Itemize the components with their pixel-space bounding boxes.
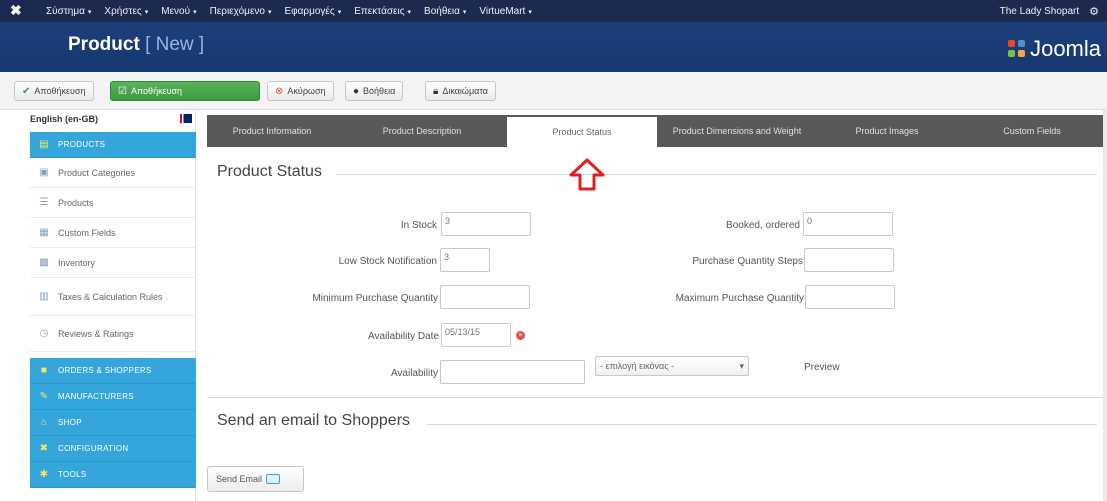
- clear-date-icon[interactable]: ×: [516, 331, 525, 340]
- topbar-right: The Lady Shopart ⚙: [1000, 0, 1099, 22]
- joomla-logo-icon: [1008, 40, 1026, 58]
- fields-icon: ▦: [39, 227, 49, 238]
- menu-virtuemart[interactable]: VirtueMart ▾: [479, 6, 531, 17]
- menu-components[interactable]: Εφαρμογές ▾: [284, 6, 341, 17]
- app-window: ✖ Σύστημα ▾ Χρήστες ▾ Μενού ▾ Περιεχόμενο ▾ …: [0, 0, 1107, 501]
- sidebar-item-custom-fields[interactable]: ▦ Custom Fields: [30, 218, 196, 248]
- gear-icon[interactable]: ⚙: [1089, 5, 1099, 18]
- joomla-menu-icon[interactable]: ✖: [10, 3, 24, 17]
- availability-input[interactable]: [440, 360, 585, 384]
- site-name-link[interactable]: The Lady Shopart: [1000, 6, 1080, 17]
- folder-icon: ▣: [39, 167, 49, 178]
- toolbar: ✔ Αποθήκευση ☑ Αποθήκευση ⊗ Ακύρωση ● Βο…: [0, 72, 1107, 110]
- main-menu: Σύστημα ▾ Χρήστες ▾ Μενού ▾ Περιεχόμενο ▾ Εφ…: [46, 0, 545, 22]
- menu-content[interactable]: Περιεχόμενο ▾: [210, 6, 272, 17]
- save-button[interactable]: ☑ Αποθήκευση: [110, 81, 260, 101]
- product-tabs: Product Information Product Description …: [207, 115, 1107, 147]
- purchase-steps-label: Purchase Quantity Steps: [692, 256, 803, 267]
- page-title: Product [ New ]: [68, 34, 205, 55]
- cancel-button[interactable]: ⊗ Ακύρωση: [267, 81, 334, 101]
- menu-system[interactable]: Σύστημα ▾: [46, 6, 91, 17]
- send-email-button[interactable]: Send Email: [207, 466, 304, 492]
- up-arrow-annotation-icon: [569, 158, 605, 191]
- max-qty-label: Maximum Purchase Quantity: [675, 293, 804, 304]
- reviews-icon: ◷: [39, 328, 49, 339]
- chevron-down-icon: ▾: [739, 360, 744, 371]
- email-legend-divider: [427, 424, 1097, 425]
- sidebar-item-manufacturers[interactable]: ✎ MANUFACTURERS: [30, 384, 196, 410]
- sidebar-item-reviews[interactable]: ◷ Reviews & Ratings: [30, 316, 196, 352]
- legend-divider: [337, 174, 1097, 175]
- tax-icon: ▥: [39, 291, 49, 302]
- menu-extensions[interactable]: Επεκτάσεις ▾: [354, 6, 411, 17]
- help-icon: ●: [353, 85, 360, 97]
- sidebar-item-product-categories[interactable]: ▣ Product Categories: [30, 158, 196, 188]
- sidebar-item-orders[interactable]: ■ ORDERS & SHOPPERS: [30, 358, 196, 384]
- help-button[interactable]: ● Βοήθεια: [345, 81, 404, 101]
- availability-date-label: Availability Date: [368, 331, 439, 342]
- list-icon: ☰: [39, 197, 49, 208]
- orders-icon: ■: [40, 365, 48, 376]
- manufacturer-icon: ✎: [39, 391, 49, 402]
- apply-button[interactable]: ✔ Αποθήκευση: [14, 81, 94, 101]
- min-qty-label: Minimum Purchase Quantity: [312, 293, 438, 304]
- tab-product-images[interactable]: Product Images: [817, 115, 957, 147]
- tab-product-dimensions[interactable]: Product Dimensions and Weight: [657, 115, 817, 147]
- envelope-icon: [266, 474, 281, 484]
- low-stock-label: Low Stock Notification: [338, 256, 437, 267]
- joomla-logo: Joomla: [1008, 36, 1101, 62]
- sidebar-item-tools[interactable]: ✱ TOOLS: [30, 462, 196, 488]
- page-header: Product [ New ] Joomla: [0, 22, 1107, 72]
- booked-ordered-label: Booked, ordered: [726, 220, 800, 231]
- low-stock-input[interactable]: 3: [440, 248, 490, 272]
- availability-label: Availability: [390, 368, 438, 379]
- sidebar: English (en-GB) ▤ PRODUCTS ▣ Product Cat…: [0, 110, 196, 501]
- tab-custom-fields[interactable]: Custom Fields: [957, 115, 1107, 147]
- config-icon: ✖: [39, 443, 49, 454]
- lock-icon: 🔒︎: [433, 85, 439, 97]
- menu-help[interactable]: Βοήθεια ▾: [424, 6, 466, 17]
- booked-ordered-input[interactable]: 0: [803, 212, 893, 236]
- sidebar-item-products-list[interactable]: ☰ Products: [30, 188, 196, 218]
- send-email-legend: Send an email to Shoppers: [217, 412, 411, 429]
- menu-menus[interactable]: Μενού ▾: [161, 6, 196, 17]
- availability-date-input[interactable]: 05/13/15: [441, 323, 511, 347]
- cancel-icon: ⊗: [275, 85, 284, 97]
- product-status-legend: Product Status: [217, 163, 322, 180]
- product-status-panel: Product Status In Stock 3 Booked, ordere…: [207, 147, 1107, 501]
- sidebar-item-taxes[interactable]: ▥ Taxes & Calculation Rules: [30, 278, 196, 316]
- purchase-steps-input[interactable]: [804, 248, 894, 272]
- inventory-icon: ▩: [39, 257, 49, 268]
- preview-link[interactable]: Preview: [804, 362, 840, 373]
- availability-image-select[interactable]: - επιλογή εικόνας - ▾: [595, 356, 749, 376]
- right-frame-edge: [1103, 110, 1107, 501]
- min-qty-input[interactable]: [440, 285, 530, 309]
- page-subtitle: [ New ]: [145, 34, 205, 55]
- shop-icon: ⌂: [40, 417, 48, 428]
- sidebar-item-products[interactable]: ▤ PRODUCTS: [30, 132, 196, 158]
- language-switch[interactable]: English (en-GB): [30, 114, 196, 128]
- max-qty-input[interactable]: [805, 285, 895, 309]
- in-stock-label: In Stock: [400, 220, 437, 231]
- check-icon: ✔: [22, 85, 31, 97]
- tab-product-status[interactable]: Product Status: [507, 115, 657, 147]
- edit-icon: ☑: [118, 85, 127, 97]
- sidebar-item-inventory[interactable]: ▩ Inventory: [30, 248, 196, 278]
- sidebar-item-shop[interactable]: ⌂ SHOP: [30, 410, 196, 436]
- uk-flag-icon: [180, 114, 192, 123]
- permissions-button[interactable]: 🔒︎ Δικαιώματα: [425, 81, 496, 101]
- tab-product-information[interactable]: Product Information: [207, 115, 337, 147]
- section-divider: [207, 397, 1107, 398]
- tab-product-description[interactable]: Product Description: [337, 115, 507, 147]
- in-stock-input[interactable]: 3: [441, 212, 531, 236]
- sidebar-item-configuration[interactable]: ✖ CONFIGURATION: [30, 436, 196, 462]
- menu-users[interactable]: Χρήστες ▾: [104, 6, 148, 17]
- tools-icon: ✱: [39, 469, 49, 480]
- top-menu-bar: ✖ Σύστημα ▾ Χρήστες ▾ Μενού ▾ Περιεχόμενο ▾ …: [0, 0, 1107, 22]
- products-icon: ▤: [39, 139, 49, 150]
- joomla-logo-text: Joomla: [1030, 36, 1101, 61]
